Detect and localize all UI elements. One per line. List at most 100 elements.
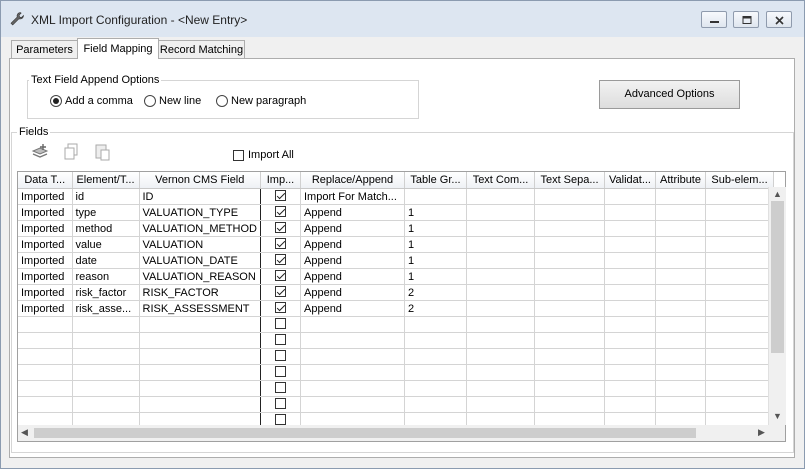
table-cell[interactable] (300, 316, 405, 333)
table-cell[interactable] (655, 396, 706, 413)
table-cell[interactable]: VALUATION_METHOD (139, 220, 261, 237)
table-cell[interactable] (466, 364, 535, 381)
column-header[interactable]: Table Gr... (404, 172, 467, 189)
table-cell[interactable] (604, 300, 656, 317)
scroll-left-icon[interactable]: ◀ (21, 427, 28, 438)
table-cell[interactable] (705, 268, 774, 285)
table-cell[interactable] (260, 284, 301, 301)
table-cell[interactable]: 1 (404, 204, 467, 221)
table-row[interactable] (18, 396, 774, 413)
close-button[interactable] (766, 11, 792, 28)
table-cell[interactable]: Append (300, 284, 405, 301)
table-row[interactable] (18, 316, 774, 333)
table-cell[interactable] (18, 380, 73, 397)
table-cell[interactable]: Append (300, 236, 405, 253)
table-cell[interactable]: ID (139, 188, 261, 205)
table-cell[interactable]: id (72, 188, 140, 205)
table-cell[interactable]: Imported (18, 204, 73, 221)
table-cell[interactable] (260, 316, 301, 333)
table-cell[interactable]: Imported (18, 268, 73, 285)
table-row[interactable] (18, 348, 774, 365)
table-cell[interactable] (260, 268, 301, 285)
column-header[interactable]: Text Com... (466, 172, 535, 189)
column-header[interactable]: Text Sepa... (534, 172, 605, 189)
tab-field-mapping[interactable]: Field Mapping (77, 38, 159, 59)
table-cell[interactable] (139, 348, 261, 365)
table-cell[interactable] (604, 316, 656, 333)
imported-checkbox[interactable] (275, 237, 286, 249)
table-cell[interactable]: 2 (404, 300, 467, 317)
table-cell[interactable] (534, 188, 605, 205)
column-header[interactable]: Element/T... (72, 172, 140, 189)
table-cell[interactable] (534, 284, 605, 301)
table-cell[interactable]: VALUATION (139, 236, 261, 253)
table-cell[interactable] (139, 380, 261, 397)
table-cell[interactable] (705, 348, 774, 365)
imported-checkbox[interactable] (275, 269, 286, 281)
table-cell[interactable] (534, 396, 605, 413)
table-cell[interactable]: risk_asse... (72, 300, 140, 317)
table-cell[interactable] (466, 332, 535, 349)
table-cell[interactable] (72, 364, 140, 381)
table-cell[interactable] (139, 396, 261, 413)
table-cell[interactable] (604, 380, 656, 397)
imported-checkbox[interactable] (275, 333, 286, 345)
table-cell[interactable] (404, 316, 467, 333)
table-cell[interactable]: Import For Match... (300, 188, 405, 205)
table-cell[interactable] (260, 204, 301, 221)
table-cell[interactable]: Append (300, 300, 405, 317)
table-cell[interactable] (300, 396, 405, 413)
table-cell[interactable]: Imported (18, 188, 73, 205)
radio-new-paragraph[interactable]: New paragraph (216, 93, 306, 109)
column-header[interactable]: Vernon CMS Field (139, 172, 261, 189)
table-cell[interactable] (655, 236, 706, 253)
column-header[interactable]: Replace/Append (300, 172, 405, 189)
table-cell[interactable] (534, 316, 605, 333)
table-row[interactable]: Imported risk_factor RISK_FACTOR Append 2 (18, 284, 774, 301)
table-cell[interactable] (604, 332, 656, 349)
table-cell[interactable] (260, 220, 301, 237)
table-cell[interactable] (655, 364, 706, 381)
table-row[interactable] (18, 364, 774, 381)
table-cell[interactable]: 1 (404, 252, 467, 269)
table-cell[interactable] (705, 252, 774, 269)
imported-checkbox[interactable] (275, 413, 286, 425)
table-cell[interactable] (18, 348, 73, 365)
table-cell[interactable] (655, 252, 706, 269)
table-cell[interactable] (300, 380, 405, 397)
imported-checkbox[interactable] (275, 253, 286, 265)
imported-checkbox[interactable] (275, 189, 286, 201)
table-cell[interactable]: Imported (18, 284, 73, 301)
table-cell[interactable] (404, 380, 467, 397)
table-cell[interactable] (260, 300, 301, 317)
vertical-scrollbar[interactable]: ▲ ▼ (768, 187, 786, 425)
table-cell[interactable] (705, 204, 774, 221)
imported-checkbox[interactable] (275, 381, 286, 393)
table-cell[interactable] (705, 188, 774, 205)
table-cell[interactable] (534, 364, 605, 381)
scroll-right-icon[interactable]: ▶ (758, 427, 765, 438)
table-cell[interactable] (466, 300, 535, 317)
table-cell[interactable]: 1 (404, 220, 467, 237)
table-cell[interactable]: RISK_FACTOR (139, 284, 261, 301)
table-cell[interactable] (655, 268, 706, 285)
table-cell[interactable] (404, 364, 467, 381)
table-cell[interactable] (604, 204, 656, 221)
table-cell[interactable] (18, 332, 73, 349)
imported-checkbox[interactable] (275, 349, 286, 361)
column-header[interactable]: Imp... (260, 172, 301, 189)
imported-checkbox[interactable] (275, 317, 286, 329)
table-cell[interactable]: Imported (18, 300, 73, 317)
table-cell[interactable] (466, 188, 535, 205)
table-row[interactable] (18, 380, 774, 397)
copy-icon[interactable] (63, 143, 81, 161)
table-cell[interactable] (72, 316, 140, 333)
table-cell[interactable] (260, 332, 301, 349)
title-bar[interactable]: XML Import Configuration - <New Entry> (1, 1, 804, 37)
radio-new-line[interactable]: New line (144, 93, 201, 109)
table-cell[interactable] (404, 188, 467, 205)
table-row[interactable]: Imported risk_asse... RISK_ASSESSMENT Appen… (18, 300, 774, 317)
column-header[interactable]: Validat... (604, 172, 656, 189)
table-cell[interactable] (655, 300, 706, 317)
table-cell[interactable] (300, 364, 405, 381)
